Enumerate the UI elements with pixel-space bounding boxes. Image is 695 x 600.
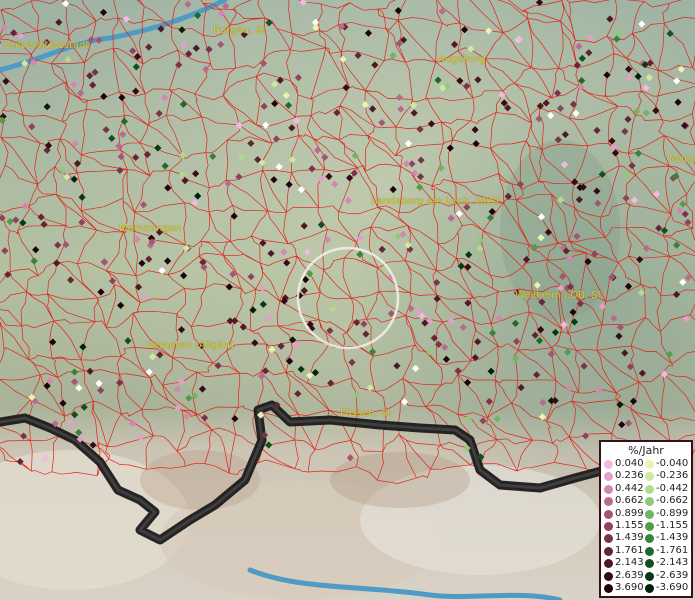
legend-row: 1.155 -1.155 [601, 520, 691, 532]
legend-positive-swatch [604, 484, 613, 494]
legend-negative-label: -0.662 [656, 495, 689, 507]
legend-positive-swatch [604, 559, 613, 569]
legend-negative-label: -2.639 [656, 569, 689, 581]
legend-positive-label: 2.639 [615, 569, 644, 581]
legend-positive-swatch [604, 534, 613, 544]
legend-row: 0.442 -0.442 [601, 483, 691, 495]
legend-positive-label: 2.143 [615, 557, 644, 569]
legend-negative-label: -1.155 [656, 520, 689, 531]
legend-title: %/Jahr [628, 444, 664, 457]
legend-negative-swatch [645, 534, 654, 544]
legend-row: 2.639 -2.639 [601, 570, 691, 582]
legend-positive-label: 0.442 [615, 482, 644, 494]
city-label-landsberg: Landsberg am Lech, GKSt [371, 196, 500, 207]
legend-positive-label: 0.662 [615, 495, 644, 507]
legend-negative-swatch [645, 497, 654, 507]
city-label-burgau: Burgau, St [213, 25, 266, 36]
legend-positive-swatch [604, 522, 613, 531]
legend-negative-swatch [645, 571, 654, 581]
legend-positive-swatch [604, 546, 613, 556]
map-view[interactable]: Universitätsstadt Burgau, St Augsburg Mü… [0, 0, 695, 600]
legend-negative-swatch [645, 460, 654, 469]
legend-positive-label: 1.439 [615, 532, 644, 544]
legend-negative-label: -2.143 [656, 557, 689, 569]
legend-row: 0.040 -0.040 [601, 458, 691, 470]
legend-negative-swatch [645, 484, 654, 494]
city-label-augsburg: Augsburg [438, 54, 486, 65]
legend-positive-label: 3.690 [615, 582, 644, 593]
legend-negative-label: -0.899 [656, 507, 689, 519]
legend-negative-swatch [645, 472, 654, 482]
city-label-weilheim: Weilheim i.OB, St [515, 290, 602, 301]
legend-negative-swatch [645, 584, 654, 593]
legend-positive-label: 0.040 [615, 458, 644, 469]
legend-positive-label: 1.155 [615, 520, 644, 531]
legend-positive-swatch [604, 472, 613, 482]
legend-positive-swatch [604, 509, 613, 519]
legend-row: 1.439 -1.439 [601, 532, 691, 544]
legend-row: 0.899 -0.899 [601, 508, 691, 520]
city-label-memmingen: Memmingen [119, 223, 182, 234]
legend-negative-label: -0.040 [656, 458, 689, 469]
legend-row: 0.236 -0.236 [601, 470, 691, 482]
legend-positive-swatch [604, 497, 613, 507]
legend-negative-swatch [645, 509, 654, 519]
legend-row: 3.690 -3.690 [601, 582, 691, 594]
legend-positive-swatch [604, 571, 613, 581]
legend-row: 0.662 -0.662 [601, 495, 691, 507]
legend-positive-label: 0.899 [615, 507, 644, 519]
city-label-universitaetsstadt: Universitätsstadt [4, 40, 90, 51]
legend-negative-label: -3.690 [656, 582, 689, 593]
legend-positive-swatch [604, 584, 613, 593]
legend-negative-swatch [645, 522, 654, 531]
legend-positive-label: 1.761 [615, 544, 644, 556]
legend-positive-swatch [604, 460, 613, 469]
legend-negative-swatch [645, 546, 654, 556]
city-label-muenchen: Münch [669, 154, 695, 165]
legend-negative-label: -1.761 [656, 544, 689, 556]
legend-row: 1.761 -1.761 [601, 545, 691, 557]
legend-negative-label: -0.236 [656, 470, 689, 482]
city-label-fuessen: Füssen, St [340, 408, 392, 419]
legend-negative-label: -1.439 [656, 532, 689, 544]
city-label-kempten: Kempten (Allgäu) [147, 340, 234, 351]
map-legend: %/Jahr 0.040 -0.040 0.236 -0.236 0.442 -0.442… [599, 440, 693, 598]
legend-positive-label: 0.236 [615, 470, 644, 482]
legend-negative-label: -0.442 [656, 482, 689, 494]
legend-negative-swatch [645, 559, 654, 569]
legend-row: 2.143 -2.143 [601, 557, 691, 569]
